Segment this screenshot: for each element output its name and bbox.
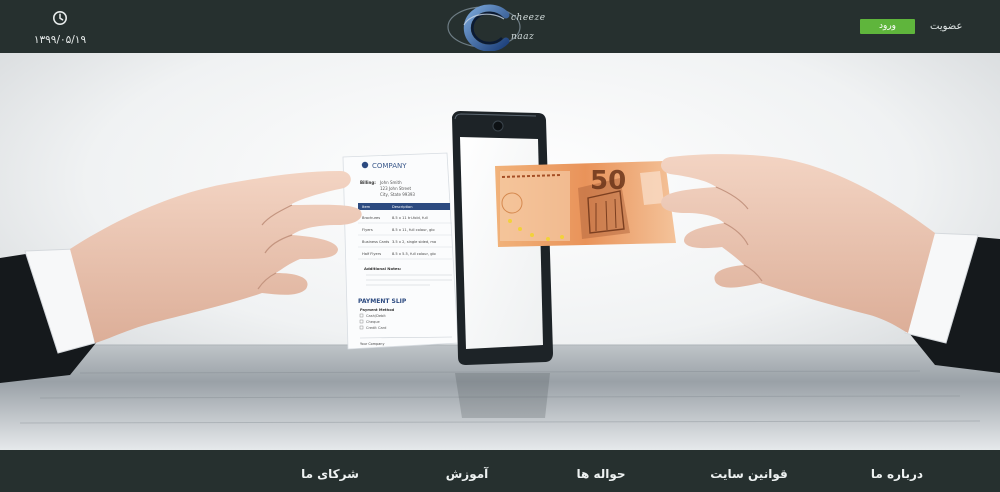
- invoice-col-header: Description: [392, 205, 412, 209]
- invoice-row-item: Business Cards: [362, 240, 389, 244]
- banknote-value: 50: [590, 166, 626, 196]
- nav-tutorial[interactable]: آموزش: [446, 467, 489, 481]
- logo-mark-icon: [447, 4, 521, 52]
- invoice-row-item: Flyers: [362, 228, 373, 232]
- invoice-payment-option: Cheque: [366, 320, 381, 324]
- invoice-col-header: Item: [362, 205, 371, 209]
- clock-icon: [53, 11, 67, 25]
- invoice-payment-method: Payment Method: [360, 308, 395, 312]
- logo-text-bottom: naaz: [511, 32, 535, 42]
- invoice-row-desc: 8.5 x 11, full colour, glo: [392, 228, 435, 232]
- invoice-billing-line: John Smith: [379, 180, 402, 185]
- invoice-notes-title: Additional Notes:: [364, 266, 402, 271]
- nav-remittances[interactable]: حواله ها: [576, 467, 625, 481]
- invoice-billing-label: Billing:: [360, 180, 376, 185]
- invoice-row-desc: 8.5 x 11 tri-fold, full: [392, 216, 428, 220]
- nav-our-partners[interactable]: شرکای ما: [301, 467, 359, 481]
- invoice-row-item: Brochures: [362, 216, 380, 220]
- invoice-company: COMPANY: [372, 162, 407, 170]
- banknote-icon: 50: [495, 161, 676, 247]
- login-button[interactable]: ورود: [860, 19, 915, 34]
- nav-site-rules[interactable]: قوانین سایت: [710, 467, 787, 481]
- invoice-footer-text: Your Company: [360, 342, 384, 346]
- invoice-payment-option: Credit Card: [366, 326, 386, 330]
- site-header: ۱۳۹۹/۰۵/۱۹ cheeze naaz ورود عضویت: [0, 0, 1000, 53]
- logo-text-top: cheeze: [511, 13, 546, 23]
- invoice-row-desc: 8.5 x 5.5, full colour, glo: [392, 252, 436, 256]
- invoice-payment-option: Cash/Debit: [366, 314, 386, 318]
- current-date: ۱۳۹۹/۰۵/۱۹: [33, 34, 87, 46]
- date-widget: ۱۳۹۹/۰۵/۱۹: [30, 10, 90, 46]
- invoice-paper: COMPANY Billing: John Smith 123 John Str…: [342, 152, 459, 350]
- invoice-row-desc: 3.5 x 2, single sided, ma: [392, 240, 436, 244]
- invoice-row-item: Half Flyers: [362, 252, 381, 256]
- hero-banner: COMPANY Billing: John Smith 123 John Str…: [0, 53, 1000, 450]
- footer-nav: درباره ما قوانین سایت حواله ها آموزش شرک…: [0, 450, 1000, 492]
- site-logo[interactable]: cheeze naaz: [444, 3, 560, 52]
- signup-link[interactable]: عضویت: [930, 19, 962, 34]
- invoice-billing-line: City, State 99393: [380, 192, 415, 197]
- nav-about-us[interactable]: درباره ما: [871, 467, 923, 481]
- hero-illustration: COMPANY Billing: John Smith 123 John Str…: [0, 53, 1000, 450]
- invoice-billing-line: 123 John Street: [380, 186, 411, 191]
- invoice-payment-title: PAYMENT SLIP: [358, 298, 407, 305]
